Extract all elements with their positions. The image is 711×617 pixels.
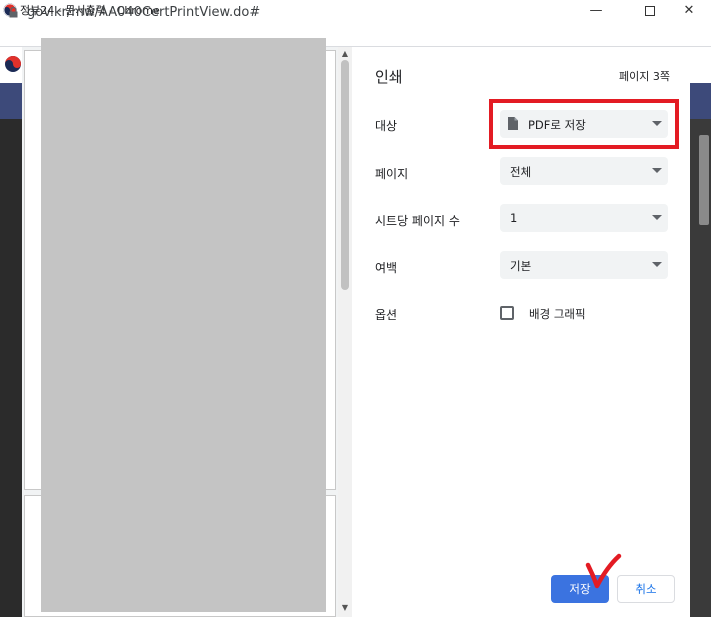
red-highlight-box — [489, 99, 679, 149]
margins-value: 기본 — [510, 259, 532, 273]
redaction-block — [41, 38, 326, 612]
margins-label: 여백 — [375, 261, 398, 275]
scroll-up-icon[interactable]: ▲ — [340, 49, 350, 59]
gov-logo-icon — [5, 56, 21, 72]
red-checkmark-annotation — [585, 553, 622, 589]
cancel-button[interactable]: 취소 — [617, 575, 675, 603]
pages-select[interactable]: 전체 — [500, 157, 668, 185]
chevron-down-icon — [652, 262, 662, 267]
minimize-icon[interactable]: — — [573, 0, 619, 21]
background-graphics-checkbox[interactable] — [500, 306, 514, 320]
preview-scrollbar-thumb[interactable] — [341, 60, 349, 290]
close-icon[interactable]: ✕ — [666, 0, 711, 21]
pages-per-sheet-value: 1 — [510, 211, 518, 225]
pages-label: 페이지 — [375, 167, 409, 181]
pages-value: 전체 — [510, 165, 532, 179]
lock-icon — [9, 7, 18, 18]
page-side-background — [0, 119, 22, 617]
margins-select[interactable]: 기본 — [500, 251, 668, 279]
scroll-down-icon[interactable]: ▼ — [340, 603, 350, 613]
page-count: 페이지 3쪽 — [619, 70, 670, 83]
chevron-down-icon — [652, 168, 662, 173]
chevron-down-icon — [652, 215, 662, 220]
page-scrollbar-thumb[interactable] — [699, 135, 709, 225]
destination-label: 대상 — [375, 119, 398, 133]
background-graphics-label[interactable]: 배경 그래픽 — [529, 306, 586, 322]
url-text[interactable]: gov.kr/mw/AA040CertPrintView.do# — [27, 5, 260, 20]
options-label: 옵션 — [375, 308, 398, 322]
pages-per-sheet-label: 시트당 페이지 수 — [375, 214, 460, 228]
pages-per-sheet-select[interactable]: 1 — [500, 204, 668, 232]
print-dialog-title: 인쇄 — [375, 68, 403, 86]
